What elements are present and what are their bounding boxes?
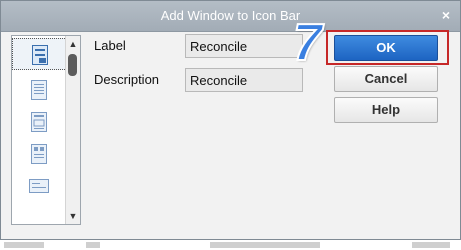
step-number-annotation: 7 (292, 14, 323, 72)
add-window-dialog: Add Window to Icon Bar × ▲ ▼ Label Recon… (0, 0, 461, 240)
label-caption: Label (94, 38, 126, 53)
register-icon (31, 112, 47, 132)
document-icon (32, 45, 48, 65)
help-button[interactable]: Help (334, 97, 438, 123)
icon-list[interactable]: ▲ ▼ (11, 35, 81, 225)
report-icon (31, 80, 47, 100)
scroll-up-icon[interactable]: ▲ (66, 37, 80, 51)
background-fragment (4, 242, 44, 248)
scroll-down-icon[interactable]: ▼ (66, 209, 80, 223)
label-input[interactable]: Reconcile (185, 34, 303, 58)
check-icon (29, 179, 49, 193)
background-fragment (412, 242, 450, 248)
icon-option-check[interactable] (12, 170, 67, 202)
description-input[interactable]: Reconcile (185, 68, 303, 92)
cancel-button[interactable]: Cancel (334, 66, 438, 92)
dialog-title: Add Window to Icon Bar (160, 8, 301, 23)
description-caption: Description (94, 72, 160, 87)
background-fragment (86, 242, 100, 248)
icon-option-form[interactable] (12, 138, 67, 170)
title-bar[interactable]: Add Window to Icon Bar × (1, 1, 460, 32)
scroll-thumb[interactable] (68, 54, 77, 76)
ok-button[interactable]: OK (334, 35, 438, 61)
icon-list-scrollbar[interactable]: ▲ ▼ (65, 36, 80, 224)
icon-option-register[interactable] (12, 106, 67, 138)
form-icon (31, 144, 47, 164)
close-icon[interactable]: × (442, 7, 450, 23)
icon-option-document[interactable] (12, 38, 67, 70)
background-window-strip (0, 240, 461, 250)
icon-option-report[interactable] (12, 74, 67, 106)
background-fragment (210, 242, 320, 248)
